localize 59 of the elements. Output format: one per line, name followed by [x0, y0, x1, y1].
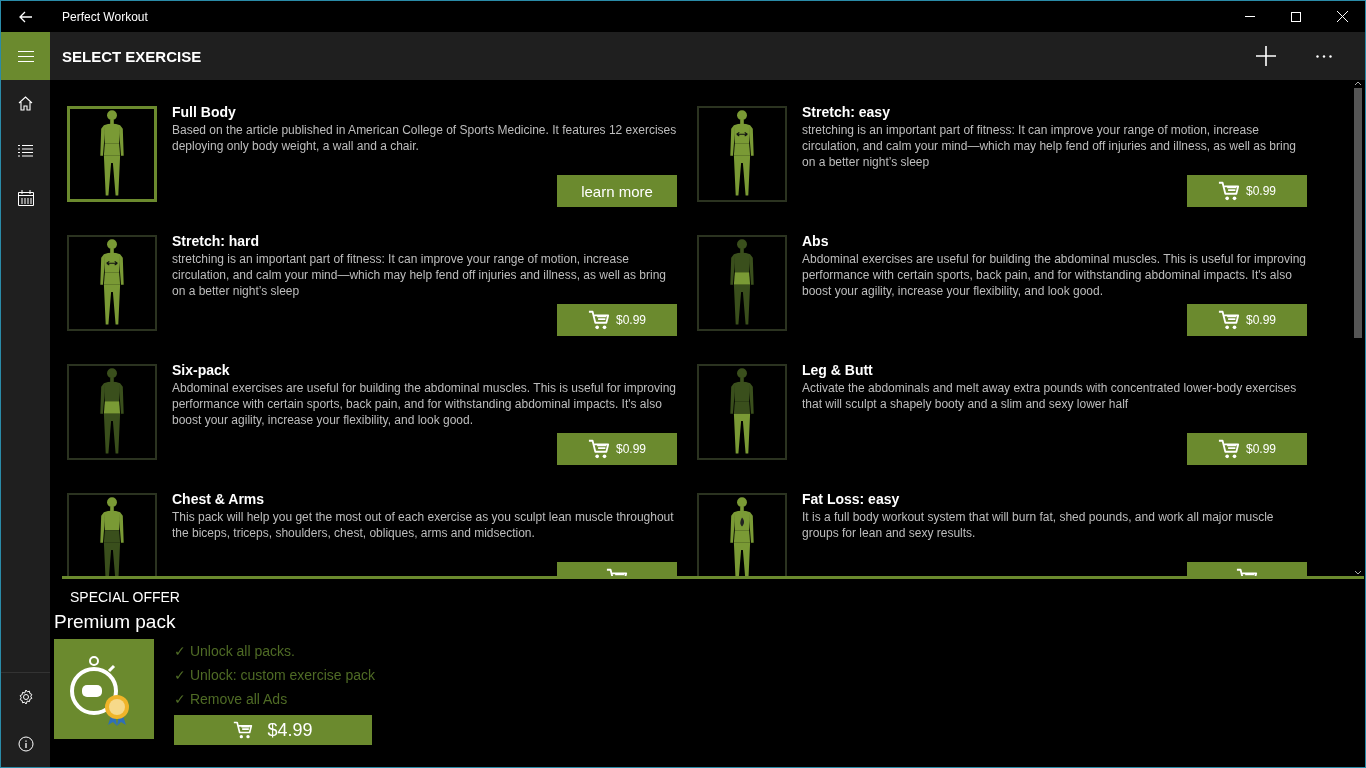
buy-button[interactable]: $0.99 — [1187, 304, 1307, 336]
buy-button[interactable]: $0.99 — [557, 433, 677, 465]
exercise-thumbnail[interactable] — [67, 493, 157, 576]
exercise-thumbnail[interactable] — [67, 364, 157, 460]
feature-text: ✓ Unlock: custom exercise pack — [174, 666, 376, 685]
exercise-thumbnail[interactable] — [697, 493, 787, 576]
cart-icon — [233, 720, 254, 740]
exercise-title: Abs — [802, 233, 830, 249]
cart-icon — [1218, 309, 1240, 331]
menu-button[interactable] — [1, 32, 50, 80]
list-icon[interactable] — [18, 144, 33, 157]
buy-button[interactable]: $0.99 — [1187, 433, 1307, 465]
exercise-title: Chest & Arms — [172, 491, 266, 507]
exercise-title: Leg & Butt — [802, 362, 874, 378]
buy-premium-button[interactable]: $4.99 — [174, 715, 372, 745]
cart-icon — [588, 309, 610, 331]
cart-icon — [1218, 438, 1240, 460]
exercise-description: It is a full body workout system that will burn fat, shed pounds, and work all major muscle groups for lean and sexy results. — [802, 509, 1275, 541]
offer-title: Premium pack — [54, 611, 177, 633]
exercise-thumbnail[interactable] — [697, 106, 787, 202]
exercise-thumbnail[interactable] — [67, 106, 157, 202]
exercise-description: This pack will help you get the most out of each exercise as you sculpt lean muscle throughout the biceps, triceps, shoulders, chest, obliques, arms and midsection. — [172, 509, 675, 541]
buy-button[interactable]: $0.99 — [1187, 175, 1307, 207]
offer-heading: SPECIAL OFFER — [70, 589, 181, 605]
exercise-title: Stretch: hard — [172, 233, 261, 249]
maximize-icon[interactable] — [1291, 11, 1301, 22]
exercise-title: Six-pack — [172, 362, 231, 378]
back-arrow-icon[interactable] — [18, 10, 33, 23]
exercise-description: Abdominal exercises are useful for building the abdominal muscles. This is useful for improving performance with certain sports, back pain, and for withstanding abdominal impacts. It's also boost your agility, increase your flexibility, and look good. — [172, 380, 677, 428]
exercise-description: stretching is an important part of fitness: It can improve your range of motion, increase circulation, and calm your mind—which may help fend off injuries and illness, as well as bring on a better night’s sleep — [172, 251, 667, 299]
more-icon[interactable] — [1316, 54, 1332, 58]
learn-more-button[interactable]: learn more — [557, 175, 677, 207]
scrollbar-thumb[interactable] — [1354, 88, 1362, 338]
feature-text: ✓ Remove all Ads — [174, 690, 289, 709]
feature-text: ✓ Unlock all packs. — [174, 642, 296, 661]
scroll-down-icon[interactable] — [1354, 570, 1362, 576]
exercise-thumbnail[interactable] — [67, 235, 157, 331]
window-title: Perfect Workout — [62, 9, 149, 24]
exercise-title: Full Body — [172, 104, 237, 120]
info-icon[interactable] — [17, 735, 34, 752]
calendar-icon[interactable] — [17, 189, 34, 206]
exercise-description: Based on the article published in American College of Sports Medicine. It features 12 exercises deploying only body weight, a wall and a chair. — [172, 122, 677, 154]
exercise-description: stretching is an important part of fitness: It can improve your range of motion, increase circulation, and calm your mind—which may help fend off injuries and illness, as well as bring on a better night’s sleep — [802, 122, 1297, 170]
buy-button[interactable]: $0.99 — [557, 304, 677, 336]
exercise-description: Activate the abdominals and melt away extra pounds with concentrated lower-body exercises that will sculpt a shapely booty and a slim and sexy lower half — [802, 380, 1298, 412]
exercise-description: Abdominal exercises are useful for building the abdominal muscles. This is useful for improving performance with certain sports, back pain, and for withstanding abdominal impacts. It's also boost your agility, increase your flexibility, and look good. — [802, 251, 1307, 299]
scroll-up-icon[interactable] — [1354, 80, 1362, 86]
menu-icon — [17, 50, 34, 62]
add-icon[interactable] — [1256, 46, 1276, 66]
settings-icon[interactable] — [17, 688, 34, 705]
exercise-thumbnail[interactable] — [697, 235, 787, 331]
home-icon[interactable] — [18, 96, 33, 111]
page-title: SELECT EXERCISE — [62, 47, 203, 65]
exercise-title: Stretch: easy — [802, 104, 891, 120]
exercise-thumbnail[interactable] — [697, 364, 787, 460]
close-icon[interactable] — [1336, 11, 1348, 22]
cart-icon — [588, 438, 610, 460]
cart-icon — [1218, 180, 1240, 202]
exercise-title: Fat Loss: easy — [802, 491, 901, 507]
